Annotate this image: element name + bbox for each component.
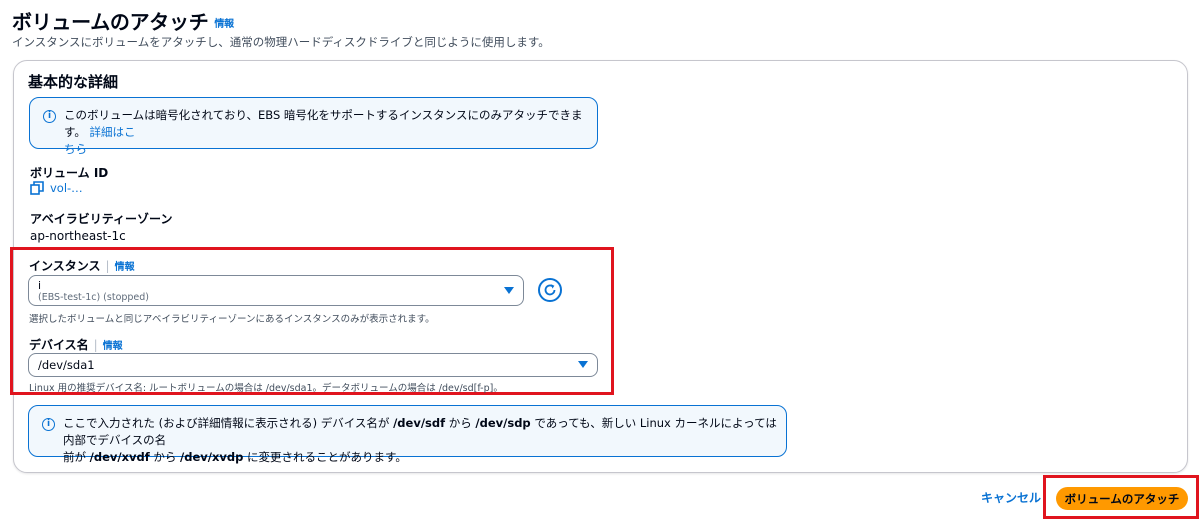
cancel-button[interactable]: キャンセル bbox=[981, 489, 1041, 506]
volume-id-link[interactable]: vol-… bbox=[50, 181, 83, 195]
header-info-link[interactable]: 情報 bbox=[214, 19, 234, 30]
device-name-info-alert: i ここで入力された (および詳細情報に表示される) デバイス名が /dev/s… bbox=[28, 405, 787, 464]
instance-info-link[interactable]: 情報 bbox=[115, 262, 135, 273]
instance-select[interactable]: i (EBS-test-1c) (stopped) bbox=[28, 275, 524, 306]
volume-id-label: ボリューム ID bbox=[30, 166, 109, 180]
instance-selected-id: i bbox=[38, 279, 42, 292]
attach-volume-button[interactable]: ボリュームのアタッチ bbox=[1056, 487, 1188, 510]
caret-down-icon bbox=[578, 361, 588, 368]
page-title: ボリュームのアタッチ 情報 bbox=[12, 10, 234, 34]
device-info-link[interactable]: 情報 bbox=[103, 341, 123, 352]
copy-icon[interactable] bbox=[30, 181, 44, 195]
info-icon: i bbox=[42, 418, 55, 431]
instance-hint: 選択したボリュームと同じアベイラビリティーゾーンにあるインスタンスのみが表示され… bbox=[29, 314, 435, 325]
device-name-select[interactable]: /dev/sda1 bbox=[28, 353, 598, 377]
device-hint: Linux 用の推奨デバイス名: ルートボリュームの場合は /dev/sda1。… bbox=[29, 383, 503, 394]
availability-zone-value: ap-northeast-1c bbox=[30, 229, 126, 243]
instance-label: インスタンス | 情報 bbox=[29, 259, 135, 273]
learn-more-link[interactable]: 詳細はこ bbox=[90, 125, 136, 139]
info-icon: i bbox=[43, 110, 56, 123]
volume-id-row: vol-… bbox=[30, 181, 83, 195]
availability-zone-label: アベイラビリティーゾーン bbox=[30, 212, 173, 226]
instance-selected-desc: (EBS-test-1c) (stopped) bbox=[38, 292, 150, 303]
page-description: インスタンスにボリュームをアタッチし、通常の物理ハードディスクドライブと同じよう… bbox=[12, 35, 550, 49]
caret-down-icon bbox=[504, 286, 514, 294]
device-label: デバイス名 | 情報 bbox=[29, 338, 123, 352]
refresh-button[interactable] bbox=[538, 278, 562, 302]
device-name-value: /dev/sda1 bbox=[38, 358, 95, 372]
learn-more-link-continued[interactable]: ちら bbox=[64, 142, 87, 156]
refresh-icon bbox=[544, 284, 556, 296]
panel-title: 基本的な詳細 bbox=[28, 73, 119, 91]
encryption-info-alert: i このボリュームは暗号化されており、EBS 暗号化をサポートするインスタンスに… bbox=[29, 97, 598, 156]
